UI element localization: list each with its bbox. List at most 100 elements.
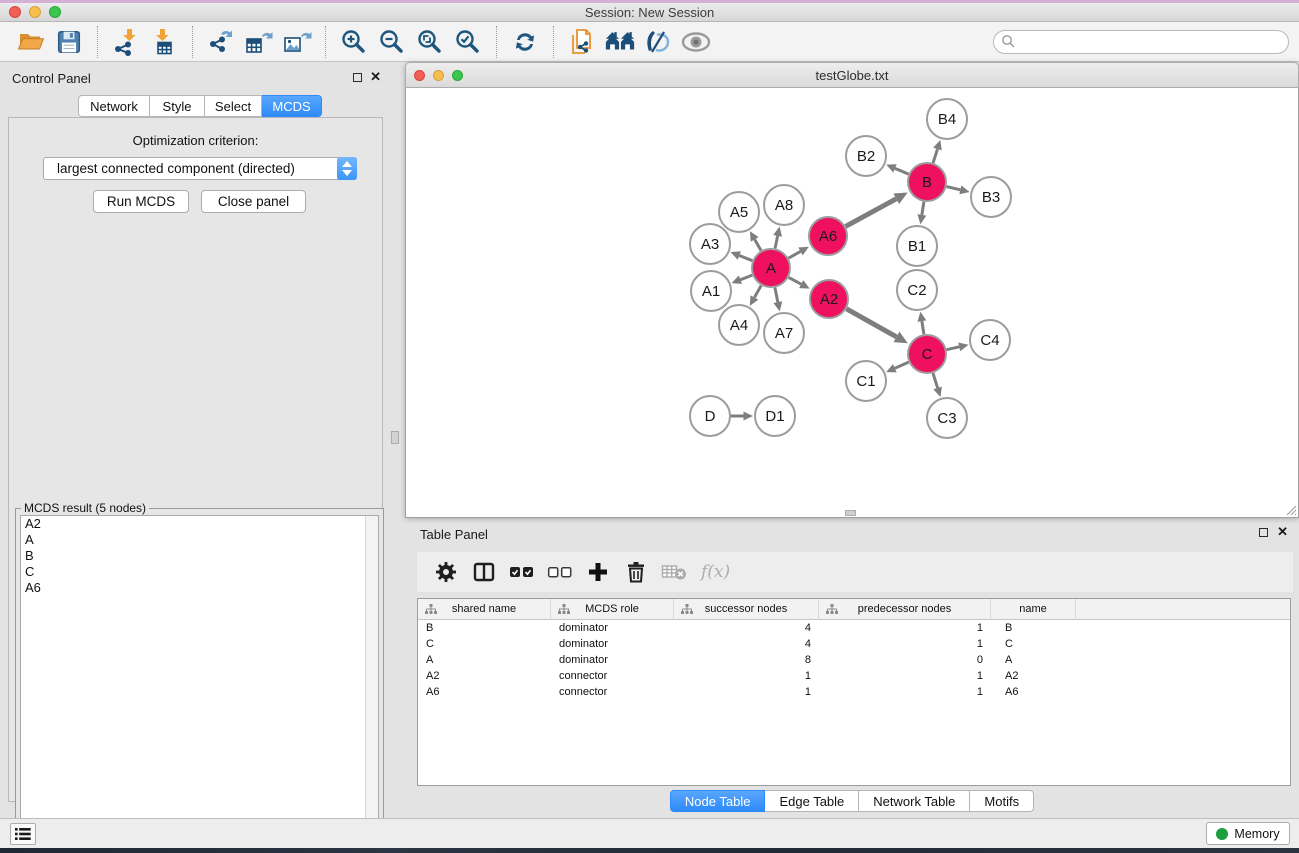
edge-C-C2[interactable] xyxy=(922,321,924,334)
network-canvas[interactable]: B4B2BB3A5A8A6A3B1AA1C2A2A4A7C4CC1C3DD1 xyxy=(405,88,1299,518)
edge-A-A1[interactable] xyxy=(740,275,752,280)
show-graphics-icon[interactable] xyxy=(680,26,712,58)
edge-B-B2[interactable] xyxy=(895,168,909,174)
column-header-name[interactable]: name xyxy=(991,599,1076,620)
table-cell[interactable]: A2 xyxy=(991,668,1076,684)
table-cell[interactable]: B xyxy=(418,620,551,636)
search-input[interactable] xyxy=(1016,32,1288,52)
table-float-icon[interactable] xyxy=(1259,528,1268,537)
tab-network[interactable]: Network xyxy=(78,95,150,117)
edge-A-A4[interactable] xyxy=(754,285,761,297)
table-cell[interactable]: 1 xyxy=(819,684,991,700)
search-field[interactable] xyxy=(993,30,1289,54)
mcds-result-item[interactable]: C xyxy=(21,564,378,580)
table-cell[interactable]: 8 xyxy=(674,652,819,668)
task-history-button[interactable] xyxy=(10,823,36,845)
network-graph[interactable]: B4B2BB3A5A8A6A3B1AA1C2A2A4A7C4CC1C3DD1 xyxy=(406,88,1298,516)
tab-select[interactable]: Select xyxy=(205,95,262,117)
edge-A-A5[interactable] xyxy=(755,239,761,250)
edge-A-A6[interactable] xyxy=(788,251,800,258)
close-panel-button[interactable]: Close panel xyxy=(201,190,306,213)
zoom-in-icon[interactable] xyxy=(338,26,370,58)
run-mcds-button[interactable]: Run MCDS xyxy=(93,190,189,213)
delete-row-icon[interactable] xyxy=(619,557,653,587)
hide-graphics-icon[interactable] xyxy=(642,26,674,58)
edge-A-A3[interactable] xyxy=(739,256,752,261)
edge-C-C4[interactable] xyxy=(947,347,960,350)
mcds-result-item[interactable]: B xyxy=(21,548,378,564)
zoom-selected-icon[interactable] xyxy=(452,26,484,58)
tab-network-table[interactable]: Network Table xyxy=(859,790,970,812)
table-cell[interactable]: connector xyxy=(551,668,674,684)
table-cell[interactable]: A xyxy=(418,652,551,668)
add-row-icon[interactable] xyxy=(581,557,615,587)
edge-A2-C[interactable] xyxy=(846,309,896,337)
tab-node-table[interactable]: Node Table xyxy=(670,790,766,812)
mcds-list-scrollbar[interactable] xyxy=(365,516,378,846)
table-cell[interactable]: dominator xyxy=(551,636,674,652)
table-cell[interactable]: C xyxy=(418,636,551,652)
table-cell[interactable]: 1 xyxy=(819,636,991,652)
edge-A-A8[interactable] xyxy=(775,236,778,249)
table-cell[interactable]: 0 xyxy=(819,652,991,668)
table-row[interactable]: Bdominator41B xyxy=(418,620,1290,636)
export-network-icon[interactable] xyxy=(205,26,237,58)
criterion-dropdown[interactable]: largest connected component (directed) xyxy=(43,157,357,180)
network-hscroll-thumb[interactable] xyxy=(845,510,856,516)
table-cell[interactable]: B xyxy=(991,620,1076,636)
mcds-result-list[interactable]: A2ABCA6 xyxy=(20,515,379,847)
settings-gear-icon[interactable] xyxy=(429,557,463,587)
table-cell[interactable]: 1 xyxy=(674,668,819,684)
export-image-icon[interactable] xyxy=(281,26,313,58)
node-table[interactable]: shared nameMCDS rolesuccessor nodesprede… xyxy=(417,598,1291,786)
edge-C-C3[interactable] xyxy=(933,373,938,388)
save-session-icon[interactable] xyxy=(53,26,85,58)
mcds-result-item[interactable]: A xyxy=(21,532,378,548)
refresh-view-icon[interactable] xyxy=(509,26,541,58)
close-panel-icon[interactable]: ✕ xyxy=(370,69,381,85)
edge-B-B3[interactable] xyxy=(946,187,960,190)
float-panel-icon[interactable] xyxy=(353,73,362,82)
table-cell[interactable]: dominator xyxy=(551,620,674,636)
zoom-fit-icon[interactable] xyxy=(414,26,446,58)
table-close-icon[interactable]: ✕ xyxy=(1277,524,1288,540)
mcds-result-item[interactable]: A2 xyxy=(21,516,378,532)
select-all-checkboxes-icon[interactable] xyxy=(505,557,539,587)
table-row[interactable]: A6connector11A6 xyxy=(418,684,1290,700)
table-row[interactable]: Cdominator41C xyxy=(418,636,1290,652)
column-header-predecessor-nodes[interactable]: predecessor nodes xyxy=(819,599,991,620)
function-builder-icon[interactable]: f(x) xyxy=(701,562,730,582)
home-icon[interactable] xyxy=(604,26,636,58)
column-header-shared-name[interactable]: shared name xyxy=(418,599,551,620)
table-cell[interactable]: A xyxy=(991,652,1076,668)
column-header-MCDS-role[interactable]: MCDS role xyxy=(551,599,674,620)
table-cell[interactable]: C xyxy=(991,636,1076,652)
edge-A-A2[interactable] xyxy=(789,277,802,284)
window-resize-handle[interactable] xyxy=(1284,503,1297,516)
column-header-successor-nodes[interactable]: successor nodes xyxy=(674,599,819,620)
table-row[interactable]: A2connector11A2 xyxy=(418,668,1290,684)
memory-button[interactable]: Memory xyxy=(1206,822,1290,845)
open-file-icon[interactable] xyxy=(15,26,47,58)
export-table-icon[interactable] xyxy=(243,26,275,58)
show-columns-icon[interactable] xyxy=(467,557,501,587)
table-cell[interactable]: 1 xyxy=(674,684,819,700)
tab-edge-table[interactable]: Edge Table xyxy=(765,790,859,812)
network-window-titlebar[interactable]: testGlobe.txt xyxy=(405,62,1299,88)
edge-A-A7[interactable] xyxy=(775,288,778,303)
table-cell[interactable]: A6 xyxy=(418,684,551,700)
zoom-out-icon[interactable] xyxy=(376,26,408,58)
clear-table-icon[interactable] xyxy=(657,557,691,587)
edge-C-C1[interactable] xyxy=(895,362,909,368)
edge-B-B4[interactable] xyxy=(933,149,937,163)
table-cell[interactable]: A2 xyxy=(418,668,551,684)
import-table-icon[interactable] xyxy=(148,26,180,58)
table-row[interactable]: Adominator80A xyxy=(418,652,1290,668)
table-cell[interactable]: A6 xyxy=(991,684,1076,700)
duplicate-network-icon[interactable] xyxy=(566,26,598,58)
deselect-all-checkboxes-icon[interactable] xyxy=(543,557,577,587)
table-cell[interactable]: 4 xyxy=(674,620,819,636)
table-cell[interactable]: 1 xyxy=(819,620,991,636)
table-cell[interactable]: 4 xyxy=(674,636,819,652)
tab-mcds[interactable]: MCDS xyxy=(262,95,322,117)
